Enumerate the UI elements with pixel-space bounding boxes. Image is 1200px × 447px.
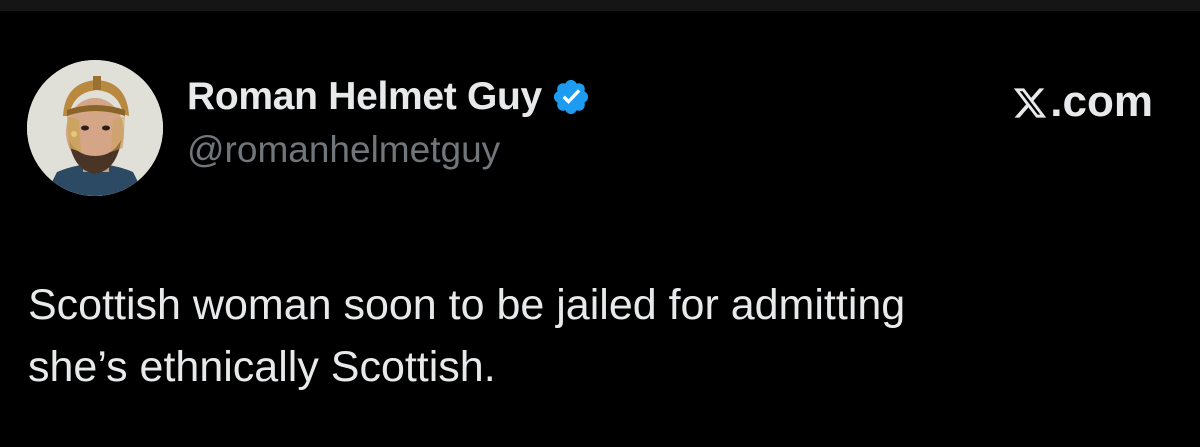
post-text: Scottish woman soon to be jailed for adm… xyxy=(28,274,1148,398)
source-domain: .com xyxy=(1050,77,1153,126)
post-text-line: Scottish woman soon to be jailed for adm… xyxy=(28,281,906,329)
x-logo-icon xyxy=(1014,88,1047,118)
source-label[interactable]: .com xyxy=(1012,75,1153,129)
post-card: Roman Helmet Guy @romanhelmetguy .com Sc… xyxy=(0,11,1200,447)
verified-badge-icon xyxy=(553,79,589,115)
author-handle[interactable]: @romanhelmetguy xyxy=(187,129,500,171)
avatar[interactable] xyxy=(27,60,163,196)
author-name-row[interactable]: Roman Helmet Guy xyxy=(187,71,591,123)
avatar-photo-icon xyxy=(27,60,163,196)
post-text-line: she’s ethnically Scottish. xyxy=(28,343,496,391)
top-strip xyxy=(0,0,1200,11)
author-display-name[interactable]: Roman Helmet Guy xyxy=(187,75,542,119)
